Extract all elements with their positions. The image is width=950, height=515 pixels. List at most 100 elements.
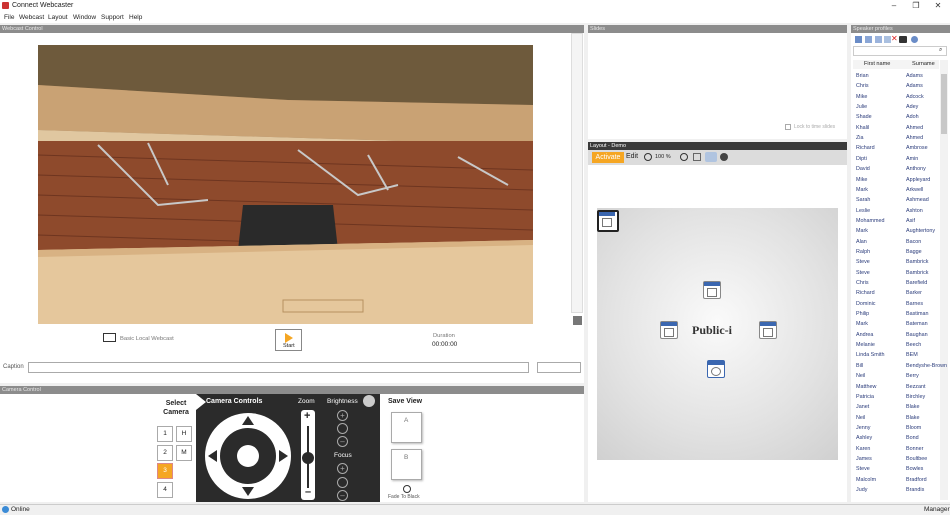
tilt-up-arrow-icon[interactable] (242, 416, 254, 425)
maximize-button[interactable]: ❐ (905, 0, 927, 12)
tilt-down-arrow-icon[interactable] (242, 487, 254, 496)
list-item[interactable]: Janet Blake (856, 402, 940, 412)
camera-3-button[interactable]: 3 (157, 463, 173, 479)
menu-layout[interactable]: Layout (48, 14, 68, 21)
settings-gear-icon[interactable] (720, 153, 728, 161)
list-item[interactable]: Bill Bendyshe-Brown (856, 361, 947, 371)
list-item[interactable]: Mark Bateman (856, 319, 940, 329)
search-icon[interactable]: ⌕ (939, 47, 942, 54)
list-item[interactable]: Steve Bowles (856, 464, 940, 474)
zoom-slider[interactable]: + – (301, 410, 315, 500)
list-item[interactable]: Chris Adams (856, 81, 940, 91)
layout-camera-tile[interactable] (597, 210, 619, 232)
fit-icon[interactable] (693, 153, 701, 161)
list-item[interactable]: Sarah Ashmead (856, 195, 940, 205)
col-first-name[interactable]: First name (864, 61, 890, 67)
focus-increase-icon[interactable]: + (337, 463, 348, 474)
list-item[interactable]: Ashley Bond (856, 433, 940, 443)
list-item[interactable]: Mohammed Asif (856, 216, 940, 226)
list-item[interactable]: Shade Adoh (856, 112, 940, 122)
zoom-out-magnifier-icon[interactable] (644, 153, 652, 161)
list-item[interactable]: Khalil Ahmed (856, 123, 940, 133)
layout-speaker-tile-top[interactable] (703, 281, 721, 299)
list-item[interactable]: Steve Bambrick (856, 268, 940, 278)
fade-to-black-icon[interactable] (403, 485, 411, 493)
brightness-auto-icon[interactable] (337, 423, 348, 434)
list-item[interactable]: Patricia Birchley (856, 392, 940, 402)
list-item[interactable]: Jenny Bloom (856, 423, 940, 433)
list-item[interactable]: Chris Barefield (856, 278, 940, 288)
menu-help[interactable]: Help (129, 14, 142, 21)
add-speaker-icon[interactable] (855, 36, 862, 43)
layout-speaker-tile-left[interactable] (660, 321, 678, 339)
profile-icon[interactable] (911, 36, 918, 43)
zoom-slider-thumb[interactable] (302, 452, 314, 464)
list-item[interactable]: Philip Bastiman (856, 309, 940, 319)
zoom-in-icon[interactable]: + (304, 410, 310, 422)
list-item[interactable]: Karen Bonner (856, 444, 940, 454)
list-item[interactable]: Matthew Bezzant (856, 382, 940, 392)
layout-speaker-tile-bottom[interactable] (707, 360, 725, 378)
focus-decrease-icon[interactable]: – (337, 490, 348, 501)
list-item[interactable]: Ralph Bagge (856, 247, 940, 257)
list-item[interactable]: Richard Ambrose (856, 143, 940, 153)
list-item[interactable]: Leslie Ashton (856, 206, 940, 216)
list-item[interactable]: Mark Arkwell (856, 185, 940, 195)
list-item[interactable]: Alan Bacon (856, 237, 940, 247)
zoom-in-magnifier-icon[interactable] (680, 153, 688, 161)
list-item[interactable]: Mike Adcock (856, 92, 940, 102)
layout-speaker-tile-right[interactable] (759, 321, 777, 339)
menu-webcast[interactable]: Webcast (19, 14, 44, 21)
edit-button[interactable]: Edit (626, 153, 638, 160)
menu-file[interactable]: File (4, 14, 14, 21)
list-item[interactable]: Steve Bambrick (856, 257, 940, 267)
caption-input[interactable] (28, 362, 529, 373)
camera-1-button[interactable]: 1 (157, 426, 173, 442)
menu-window[interactable]: Window (73, 14, 96, 21)
list-item[interactable]: Neil Blake (856, 413, 940, 423)
list-item[interactable]: Melanie Beech (856, 340, 940, 350)
microphone-icon[interactable] (573, 316, 582, 325)
list-item[interactable]: Dominic Barnes (856, 299, 940, 309)
list-item[interactable]: Richard Barker (856, 288, 940, 298)
lock-slides-checkbox[interactable] (785, 124, 791, 130)
list-item[interactable]: Linda Smith BEM (856, 350, 940, 360)
caption-send-box[interactable] (537, 362, 581, 373)
list-item[interactable]: James Boultbee (856, 454, 940, 464)
camera-mode-h-button[interactable]: H (176, 426, 192, 442)
pan-left-arrow-icon[interactable] (208, 450, 217, 462)
import-speaker-icon[interactable] (875, 36, 882, 43)
list-item[interactable]: Andrea Baughan (856, 330, 940, 340)
fade-to-black-label[interactable]: Fade To Black (388, 494, 420, 500)
list-item[interactable]: Julie Adey (856, 102, 940, 112)
edit-speaker-icon[interactable] (865, 36, 872, 43)
speaker-scrollbar[interactable] (940, 60, 948, 500)
list-item[interactable]: Dipti Amin (856, 154, 940, 164)
zoom-out-icon[interactable]: – (305, 486, 311, 498)
dpad-center-button[interactable] (237, 445, 259, 467)
pan-tilt-dpad[interactable] (205, 413, 291, 499)
focus-auto-icon[interactable] (337, 477, 348, 488)
start-button[interactable]: Start (275, 329, 302, 351)
camera-2-button[interactable]: 2 (157, 445, 173, 461)
preset-b-button[interactable]: B (391, 449, 422, 480)
options-icon[interactable] (363, 395, 375, 407)
list-item[interactable]: Zia Ahmed (856, 133, 940, 143)
delete-speaker-icon[interactable]: ✕ (891, 34, 898, 43)
list-item[interactable]: David Anthony (856, 164, 940, 174)
minimize-button[interactable]: – (883, 0, 905, 12)
list-item[interactable]: Malcolm Bradford (856, 475, 940, 485)
preset-a-button[interactable]: A (391, 412, 422, 443)
brightness-increase-icon[interactable]: + (337, 410, 348, 421)
camera-mode-m-button[interactable]: M (176, 445, 192, 461)
col-surname[interactable]: Surname (912, 61, 935, 67)
camera-4-button[interactable]: 4 (157, 482, 173, 498)
list-item[interactable]: Judy Brandis (856, 485, 940, 495)
list-item[interactable]: Mark Aughtertony (856, 226, 940, 236)
preview-eye-icon[interactable] (705, 152, 717, 162)
copy-speaker-icon[interactable] (884, 36, 891, 43)
camera-icon[interactable] (899, 36, 907, 43)
pan-right-arrow-icon[interactable] (279, 450, 288, 462)
close-button[interactable]: ✕ (927, 0, 949, 12)
layout-zoom-select[interactable]: 100 % (655, 154, 671, 160)
